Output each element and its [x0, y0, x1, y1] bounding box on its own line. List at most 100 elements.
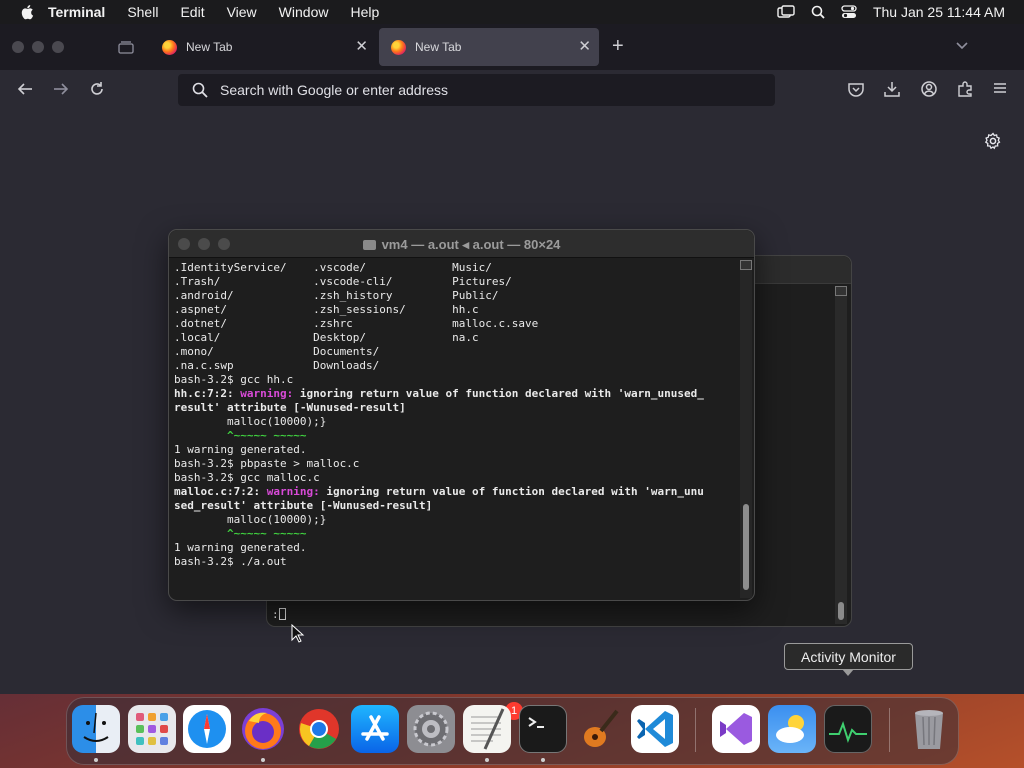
- spotlight-search-icon[interactable]: [811, 5, 825, 19]
- apple-menu-icon[interactable]: [20, 4, 34, 20]
- menu-clock[interactable]: Thu Jan 25 11:44 AM: [873, 4, 1005, 20]
- close-window-button[interactable]: [12, 41, 24, 53]
- system-settings-icon[interactable]: [407, 705, 455, 753]
- terminal-icon[interactable]: [519, 705, 567, 753]
- window-controls: [12, 41, 64, 53]
- trash-icon[interactable]: [905, 705, 953, 753]
- activity-monitor-icon[interactable]: [824, 705, 872, 753]
- terminal-pager-prompt: :: [272, 608, 286, 621]
- pocket-icon[interactable]: [847, 80, 865, 103]
- running-indicator: [541, 758, 545, 762]
- screen-mirroring-icon[interactable]: [777, 5, 795, 19]
- terminal-line: .IdentityService/ .vscode/ Music/: [174, 261, 492, 274]
- new-tab-button[interactable]: +: [612, 34, 624, 58]
- minimize-window-button[interactable]: [32, 41, 44, 53]
- terminal-warning-line: malloc.c:7:2: warning: ignoring return v…: [174, 485, 704, 498]
- forward-icon[interactable]: [52, 80, 70, 103]
- mouse-pointer-icon: [291, 624, 305, 643]
- dock-separator: [889, 708, 890, 752]
- vscode-icon[interactable]: [631, 705, 679, 753]
- terminal-code-line: malloc(10000);}: [174, 513, 327, 526]
- terminal-titlebar[interactable]: vm4 — a.out ◂ a.out — 80×24: [169, 230, 754, 258]
- terminal-command-line: bash-3.2$ ./a.out: [174, 555, 287, 568]
- list-all-tabs-icon[interactable]: [955, 38, 969, 56]
- terminal-scrollbar[interactable]: [740, 260, 752, 598]
- app-store-icon[interactable]: [351, 705, 399, 753]
- terminal-line: .mono/ Documents/: [174, 345, 380, 358]
- downloads-icon[interactable]: [883, 80, 901, 103]
- terminal-line: .Trash/ .vscode-cli/ Pictures/: [174, 275, 512, 288]
- firefox-icon: [391, 39, 406, 55]
- tab-label: New Tab: [415, 40, 462, 54]
- terminal-line: .local/ Desktop/ na.c: [174, 331, 479, 344]
- settings-gear-icon[interactable]: [984, 132, 1002, 155]
- tab-new-tab-2[interactable]: New Tab ✕: [379, 28, 599, 66]
- terminal-command-line: bash-3.2$ pbpaste > malloc.c: [174, 457, 360, 470]
- scrollbar-split-icon[interactable]: [835, 286, 847, 296]
- terminal-line: .dotnet/ .zshrc malloc.c.save: [174, 317, 539, 330]
- folder-icon: [362, 240, 376, 250]
- terminal-warning-line: sed_result' attribute [-Wunused-result]: [174, 499, 433, 512]
- terminal-command-line: bash-3.2$ gcc malloc.c: [174, 471, 320, 484]
- running-indicator: [485, 758, 489, 762]
- zoom-window-button[interactable]: [52, 41, 64, 53]
- terminal-line: .aspnet/ .zsh_sessions/ hh.c: [174, 303, 479, 316]
- terminal-output[interactable]: .IdentityService/ .vscode/ Music/.Trash/…: [174, 261, 739, 571]
- visual-studio-icon[interactable]: [712, 705, 760, 753]
- scrollbar-thumb[interactable]: [743, 504, 749, 590]
- terminal-line: .android/ .zsh_history Public/: [174, 289, 499, 302]
- chrome-icon[interactable]: [295, 705, 343, 753]
- weather-icon[interactable]: [768, 705, 816, 753]
- terminal-scrollbar[interactable]: [835, 286, 847, 624]
- running-indicator: [261, 758, 265, 762]
- navigation-toolbar: Search with Google or enter address: [0, 70, 1024, 110]
- launchpad-icon[interactable]: [128, 705, 176, 753]
- terminal-line: .na.c.swp Downloads/: [174, 359, 380, 372]
- textedit-icon[interactable]: [463, 705, 511, 753]
- reload-icon[interactable]: [88, 80, 106, 103]
- garageband-icon[interactable]: [575, 705, 623, 753]
- menu-help[interactable]: Help: [350, 4, 379, 20]
- firefox-view-icon[interactable]: [118, 40, 134, 59]
- terminal-title: vm4 — a.out ◂ a.out — 80×24: [169, 237, 754, 253]
- address-bar[interactable]: Search with Google or enter address: [178, 74, 775, 106]
- back-icon[interactable]: [16, 80, 34, 103]
- control-center-icon[interactable]: [841, 5, 857, 19]
- extensions-icon[interactable]: [956, 80, 974, 103]
- scrollbar-thumb[interactable]: [838, 602, 844, 620]
- terminal-line: 1 warning generated.: [174, 443, 307, 456]
- menu-hamburger-icon[interactable]: [992, 80, 1008, 101]
- dock: 1: [66, 697, 959, 765]
- menu-app-name[interactable]: Terminal: [48, 4, 105, 20]
- tab-label: New Tab: [186, 40, 233, 54]
- tab-strip: New Tab ✕ New Tab ✕ +: [0, 24, 1024, 70]
- close-tab-icon[interactable]: ✕: [355, 39, 368, 55]
- tab-new-tab-1[interactable]: New Tab ✕: [150, 28, 376, 66]
- close-tab-icon[interactable]: ✕: [578, 39, 591, 55]
- terminal-code-line: malloc(10000);}: [174, 415, 327, 428]
- terminal-warning-line: result' attribute [-Wunused-result]: [174, 401, 406, 414]
- terminal-warning-line: hh.c:7:2: warning: ignoring return value…: [174, 387, 704, 400]
- terminal-caret-line: ^~~~~~ ~~~~~: [174, 429, 307, 442]
- menu-edit[interactable]: Edit: [180, 4, 204, 20]
- dock-tooltip: Activity Monitor: [784, 643, 913, 676]
- terminal-window[interactable]: vm4 — a.out ◂ a.out — 80×24 .IdentitySer…: [168, 229, 755, 601]
- menu-view[interactable]: View: [227, 4, 257, 20]
- menu-shell[interactable]: Shell: [127, 4, 158, 20]
- text-cursor: [278, 608, 286, 620]
- scrollbar-split-icon[interactable]: [740, 260, 752, 270]
- safari-icon[interactable]: [183, 705, 231, 753]
- search-icon: [192, 82, 208, 98]
- terminal-caret-line: ^~~~~~ ~~~~~: [174, 527, 307, 540]
- dock-separator: [695, 708, 696, 752]
- running-indicator: [94, 758, 98, 762]
- firefox-icon: [162, 39, 177, 55]
- firefox-dock-icon[interactable]: [239, 705, 287, 753]
- menu-bar: Terminal Shell Edit View Window Help Thu…: [0, 0, 1024, 24]
- address-placeholder: Search with Google or enter address: [220, 82, 449, 98]
- terminal-line: 1 warning generated.: [174, 541, 307, 554]
- account-icon[interactable]: [920, 80, 938, 103]
- menu-window[interactable]: Window: [279, 4, 329, 20]
- finder-icon[interactable]: [72, 705, 120, 753]
- terminal-command-line: bash-3.2$ gcc hh.c: [174, 373, 294, 386]
